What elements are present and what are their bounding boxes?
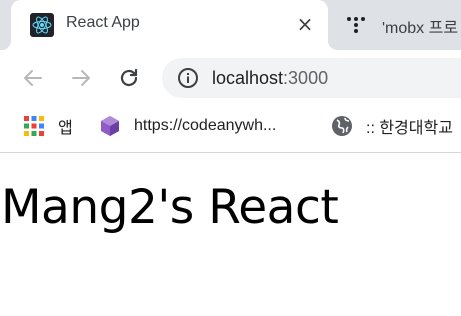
- browser-toolbar: localhost:3000: [0, 50, 461, 106]
- tab-dots-icon: [344, 13, 368, 37]
- forward-arrow-icon[interactable]: [67, 64, 95, 92]
- page-heading: Mang2's React: [1, 180, 339, 235]
- codeanywhere-cube-icon: [98, 114, 122, 138]
- apps-grid-icon: [22, 114, 46, 138]
- tab-react-app[interactable]: React App ×: [1, 0, 338, 50]
- bookmark-apps[interactable]: 앱: [22, 112, 73, 140]
- info-icon[interactable]: [176, 66, 200, 90]
- url-host: localhost: [212, 68, 284, 88]
- tab-title: 'mobx 프로: [382, 20, 459, 37]
- address-bar[interactable]: localhost:3000: [162, 58, 461, 98]
- tab-mobx[interactable]: 'mobx 프로: [330, 0, 461, 50]
- reload-icon[interactable]: [115, 64, 143, 92]
- bookmark-label: :: 한경대학교: [366, 120, 453, 137]
- tab-title: React App: [66, 14, 140, 31]
- globe-icon: [330, 114, 354, 138]
- react-logo-icon: [30, 13, 54, 37]
- bookmark-codeanywhere[interactable]: https://codeanywh...: [98, 112, 276, 140]
- tab-strip: React App × 'mobx 프로: [0, 0, 461, 50]
- bookmark-label: 앱: [58, 120, 73, 137]
- toolbar-divider: [0, 152, 461, 153]
- bookmark-label: https://codeanywh...: [134, 117, 277, 134]
- bookmarks-bar: 앱 https://codeanywh... :: 한경대학교: [0, 106, 461, 146]
- back-arrow-icon[interactable]: [19, 64, 47, 92]
- bookmark-hankyong[interactable]: :: 한경대학교: [330, 112, 453, 140]
- url-text: localhost:3000: [212, 68, 328, 89]
- url-port: :3000: [283, 68, 329, 88]
- close-icon[interactable]: ×: [293, 12, 317, 36]
